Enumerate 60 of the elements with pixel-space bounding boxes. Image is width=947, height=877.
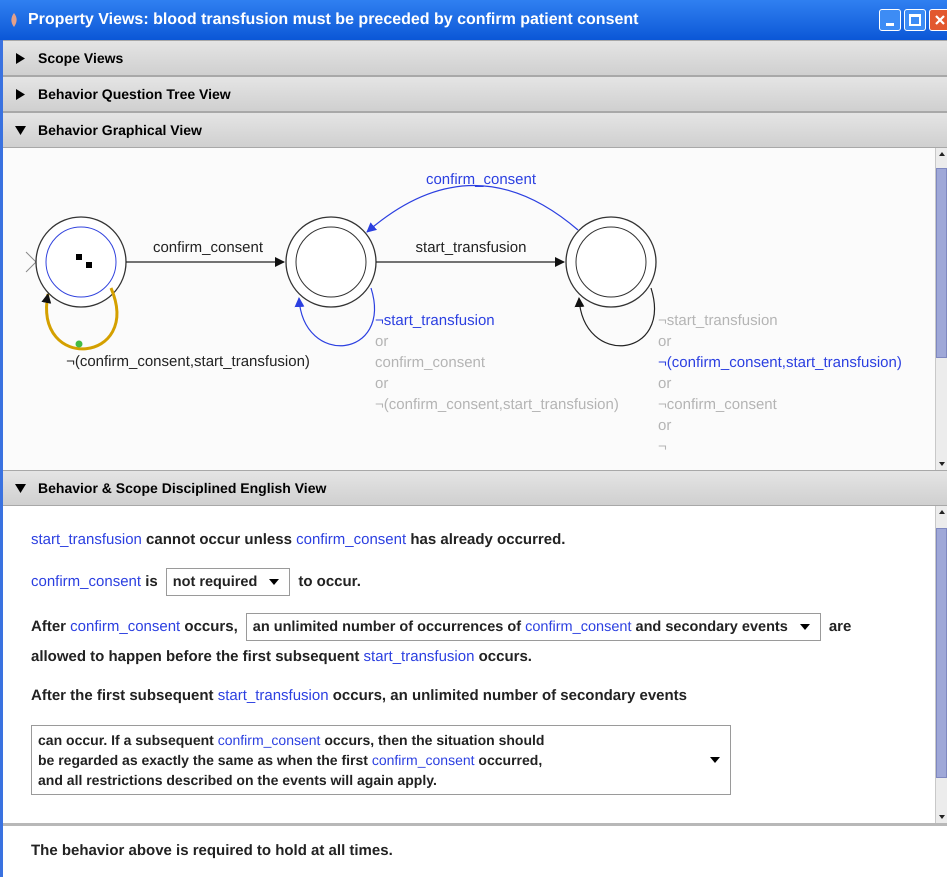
transition-arrow[interactable] (576, 288, 655, 346)
transition-label: or (658, 375, 672, 392)
transition-label: or (658, 417, 672, 434)
close-icon (935, 15, 945, 25)
collapse-icon[interactable] (15, 124, 26, 136)
scroll-thumb[interactable] (936, 168, 947, 358)
window-title: Property Views: blood transfusion must be preceded by confirm patient consent (28, 10, 640, 30)
transition-arrow[interactable] (42, 288, 118, 350)
transition-label: or (375, 375, 388, 392)
collapse-icon[interactable] (15, 482, 26, 494)
transition-label: or (658, 333, 672, 350)
transition-arrow[interactable] (296, 288, 375, 346)
expand-icon[interactable] (15, 52, 26, 64)
transition-arrow[interactable] (376, 257, 565, 267)
state-node[interactable] (26, 216, 127, 308)
handle-dot[interactable] (76, 340, 82, 348)
section-header[interactable]: Scope Views (3, 40, 947, 76)
state-node[interactable] (565, 216, 657, 308)
scrollbar[interactable] (935, 148, 947, 470)
transition-label: ¬ (658, 438, 667, 455)
section-header[interactable]: Behavior Graphical View (3, 112, 947, 148)
scroll-thumb[interactable] (936, 528, 947, 778)
section-header[interactable]: Behavior & Scope Disciplined English View (3, 470, 947, 506)
transition-label: ¬confirm_consent (658, 396, 777, 413)
transition-label: start_transfusion (416, 239, 526, 256)
caret-icon (710, 757, 720, 763)
dropdown[interactable]: not required (166, 568, 290, 596)
section-title: Behavior Question Tree View (38, 84, 231, 104)
transition-label: ¬start_transfusion (375, 312, 495, 329)
transition-label: ¬(confirm_consent,start_transfusion) (375, 396, 619, 413)
caret-icon (269, 579, 280, 585)
transition-label: ¬(confirm_consent,start_transfusion) (66, 353, 310, 370)
transition-label: confirm_consent (375, 354, 486, 371)
state-node[interactable] (285, 216, 377, 308)
transition-label: confirm_consent (152, 239, 264, 256)
sentence: After the first subsequent start_transfusion occurs, an unlimited number of secondary events (31, 686, 688, 706)
close-button[interactable] (929, 9, 947, 31)
transition-label: or (375, 333, 388, 350)
section-title: Behavior & Scope Disciplined English View (38, 478, 326, 498)
sentence-text: After confirm_consent occurs, (31, 616, 238, 637)
maximize-button[interactable] (904, 9, 926, 31)
transition-arrow[interactable] (126, 257, 285, 267)
sentence: allowed to happen before the first subsequent start_transfusion occurs. (31, 647, 532, 667)
footer-text: The behavior above is required to hold at all times. (31, 841, 393, 862)
minimize-button[interactable] (879, 9, 901, 31)
transition-label: ¬start_transfusion (658, 312, 778, 329)
sentence: start_transfusion cannot occur unless confirm_consent has already occurred. (31, 530, 566, 550)
scrollbar[interactable] (935, 506, 947, 823)
caret-icon (800, 624, 810, 630)
sentence-text: confirm_consent is (31, 572, 158, 592)
section-header[interactable]: Behavior Question Tree View (3, 76, 947, 112)
expand-icon[interactable] (15, 88, 26, 100)
dropdown[interactable]: an unlimited number of occurrences of confirm_consent and secondary events (246, 613, 821, 641)
transition-label: confirm_consent (426, 171, 536, 188)
dropdown[interactable]: can occur. If a subsequent confirm_consent occurs, then the situation should be regarded as exactly the same as when the first confirm_consent occurred, and all restrictions described on the events will again apply. (31, 725, 731, 795)
transition-label: ¬(confirm_consent,start_transfusion) (658, 354, 902, 371)
sentence-text: to occur. (298, 572, 361, 592)
sentence-text: are (828, 616, 852, 637)
section-title: Scope Views (38, 48, 124, 68)
section-title: Behavior Graphical View (38, 120, 202, 140)
